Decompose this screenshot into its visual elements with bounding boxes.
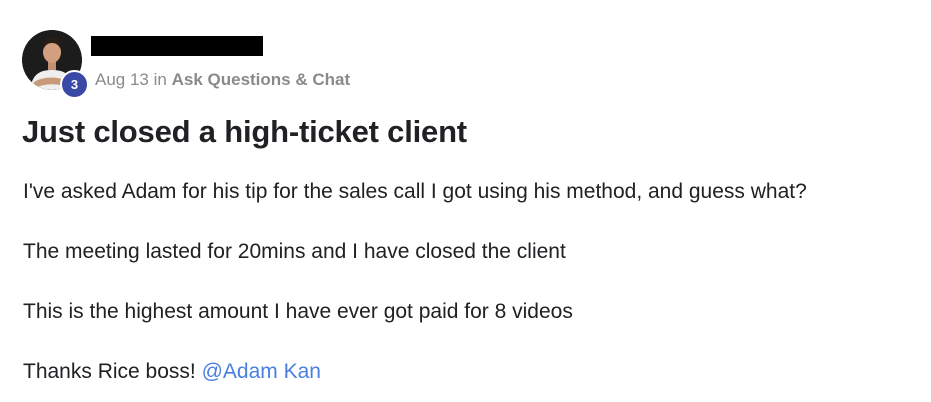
author-avatar-container[interactable]: 3 [22, 30, 89, 99]
post-paragraph-closing: Thanks Rice boss! @Adam Kan [23, 360, 321, 384]
mention-link[interactable]: @Adam Kan [202, 360, 321, 383]
post-paragraph: I've asked Adam for his tip for the sale… [23, 180, 807, 203]
closing-text: Thanks Rice boss! [23, 360, 202, 383]
category-link[interactable]: Ask Questions & Chat [172, 70, 351, 89]
post-card: 3 Aug 13 in Ask Questions & Chat Just cl… [0, 0, 931, 402]
author-name-redacted [91, 36, 263, 56]
post-paragraph: This is the highest amount I have ever g… [23, 300, 573, 323]
post-title: Just closed a high-ticket client [22, 114, 467, 149]
post-paragraph: The meeting lasted for 20mins and I have… [23, 240, 566, 263]
post-date[interactable]: Aug 13 [95, 70, 149, 89]
post-meta: Aug 13 in Ask Questions & Chat [95, 70, 350, 90]
level-badge: 3 [60, 70, 89, 99]
in-label: in [153, 70, 167, 89]
